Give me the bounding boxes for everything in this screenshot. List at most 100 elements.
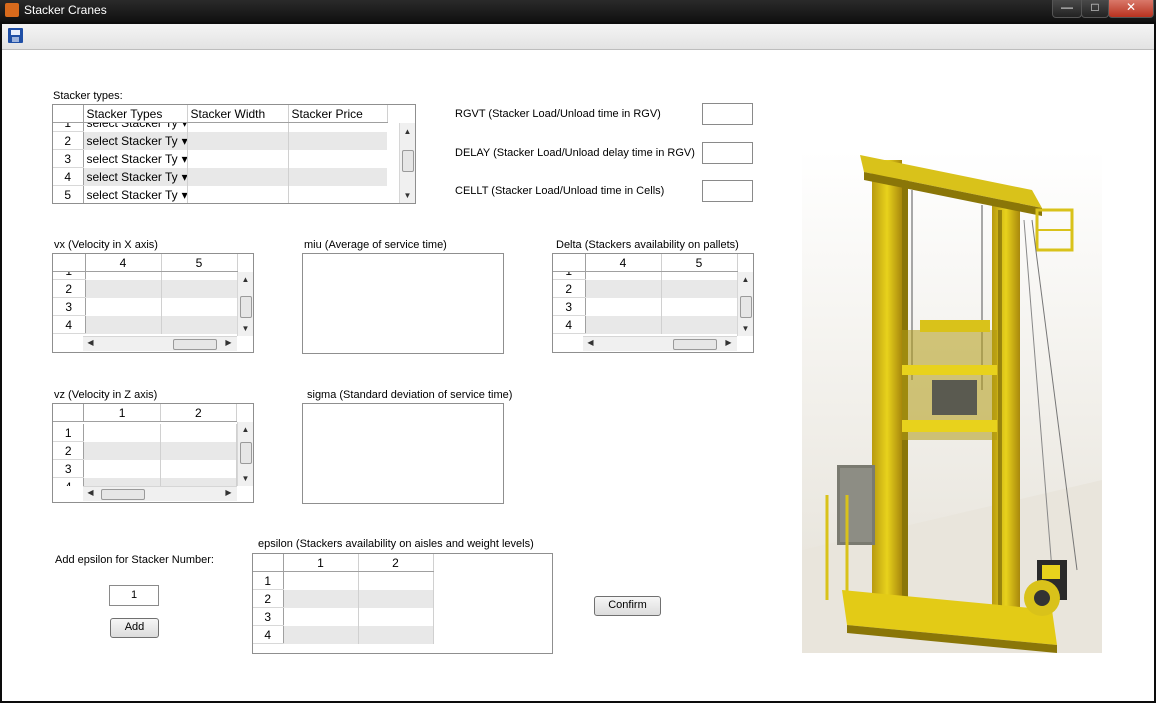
cellt-input[interactable]: [702, 180, 753, 202]
scroll-down-icon[interactable]: ▼: [238, 324, 253, 333]
stacker-types-label: Stacker types:: [53, 90, 123, 102]
scrollbar-thumb[interactable]: [673, 339, 717, 350]
scroll-up-icon[interactable]: ▲: [238, 275, 253, 284]
table-cell[interactable]: [358, 571, 434, 590]
vertical-scrollbar[interactable]: ▲ ▼: [737, 272, 753, 336]
table-cell[interactable]: [358, 589, 434, 608]
table-cell[interactable]: [83, 477, 161, 486]
stacker-type-dropdown[interactable]: select Stacker Ty: [83, 149, 188, 168]
miu-table[interactable]: [302, 253, 504, 354]
scroll-up-icon[interactable]: ▲: [400, 127, 415, 136]
maximize-button[interactable]: □: [1081, 0, 1109, 18]
table-cell[interactable]: [283, 589, 359, 608]
table-cell[interactable]: [661, 297, 737, 316]
table-cell[interactable]: [160, 459, 237, 478]
scroll-left-icon[interactable]: ◀: [83, 338, 98, 347]
vz-table[interactable]: 1 2 1 2 3 4 ▲ ▼ ◀ ▶: [52, 403, 254, 503]
epsilon-table[interactable]: 1 2 1 2 3 4: [252, 553, 553, 654]
table-cell[interactable]: [585, 279, 662, 298]
table-cell[interactable]: [283, 571, 359, 590]
horizontal-scrollbar[interactable]: ◀ ▶: [83, 336, 237, 351]
column-header: 4: [585, 254, 662, 272]
stacker-type-dropdown[interactable]: select Stacker Ty: [83, 131, 188, 150]
row-header: 1: [53, 123, 84, 132]
horizontal-scrollbar[interactable]: ◀ ▶: [583, 336, 737, 351]
table-cell[interactable]: [160, 424, 237, 442]
scroll-down-icon[interactable]: ▼: [400, 191, 415, 200]
rgvt-input[interactable]: [702, 103, 753, 125]
scroll-right-icon[interactable]: ▶: [721, 338, 736, 347]
table-cell[interactable]: [661, 279, 737, 298]
table-cell[interactable]: [161, 297, 237, 316]
scroll-down-icon[interactable]: ▼: [738, 324, 753, 333]
stacker-type-dropdown[interactable]: select Stacker Ty: [83, 123, 188, 132]
add-button[interactable]: Add: [110, 618, 159, 638]
table-cell[interactable]: [85, 272, 162, 280]
table-cell[interactable]: [83, 424, 161, 442]
add-epsilon-label: Add epsilon for Stacker Number:: [55, 554, 214, 566]
table-cell[interactable]: [187, 149, 289, 168]
table-cell[interactable]: [585, 272, 662, 280]
close-button[interactable]: ✕: [1108, 0, 1154, 18]
delta-table[interactable]: 4 5 1 2 3 4 ▲ ▼ ◀ ▶: [552, 253, 754, 353]
table-cell[interactable]: [85, 279, 162, 298]
table-cell[interactable]: [585, 315, 662, 334]
table-cell[interactable]: [83, 459, 161, 478]
row-header: 4: [253, 625, 284, 644]
table-cell[interactable]: [83, 441, 161, 460]
table-cell[interactable]: [661, 272, 737, 280]
stacker-crane-image: [802, 150, 1102, 653]
scroll-up-icon[interactable]: ▲: [238, 425, 253, 434]
table-cell[interactable]: [187, 131, 289, 150]
vertical-scrollbar[interactable]: ▲ ▼: [399, 123, 415, 203]
table-cell[interactable]: [187, 185, 289, 203]
table-cell[interactable]: [585, 297, 662, 316]
table-cell[interactable]: [283, 625, 359, 644]
scrollbar-thumb[interactable]: [101, 489, 145, 500]
table-cell[interactable]: [85, 297, 162, 316]
stacker-types-table[interactable]: Stacker Types Stacker Width Stacker Pric…: [52, 104, 416, 204]
sigma-table[interactable]: [302, 403, 504, 504]
vx-table[interactable]: 4 5 1 2 3 4 ▲ ▼ ◀ ▶: [52, 253, 254, 353]
table-cell[interactable]: [161, 315, 237, 334]
scrollbar-thumb[interactable]: [240, 442, 252, 464]
scrollbar-thumb[interactable]: [173, 339, 217, 350]
confirm-button[interactable]: Confirm: [594, 596, 661, 616]
scroll-up-icon[interactable]: ▲: [738, 275, 753, 284]
table-cell[interactable]: [288, 149, 387, 168]
scroll-left-icon[interactable]: ◀: [583, 338, 598, 347]
stacker-type-dropdown[interactable]: select Stacker Ty: [83, 167, 188, 186]
scroll-right-icon[interactable]: ▶: [221, 488, 236, 497]
horizontal-scrollbar[interactable]: ◀ ▶: [83, 486, 237, 501]
table-cell[interactable]: [160, 477, 237, 486]
table-cell[interactable]: [161, 279, 237, 298]
table-cell[interactable]: [661, 315, 737, 334]
table-cell[interactable]: [85, 315, 162, 334]
table-cell[interactable]: [288, 123, 387, 132]
stacker-type-dropdown[interactable]: select Stacker Ty: [83, 185, 188, 203]
table-cell[interactable]: [288, 131, 387, 150]
scrollbar-thumb[interactable]: [402, 150, 414, 172]
scroll-down-icon[interactable]: ▼: [238, 474, 253, 483]
table-cell[interactable]: [358, 625, 434, 644]
table-cell[interactable]: [288, 185, 387, 203]
vertical-scrollbar[interactable]: ▲ ▼: [237, 272, 253, 336]
column-header: 1: [83, 404, 161, 422]
table-cell[interactable]: [358, 607, 434, 626]
scroll-right-icon[interactable]: ▶: [221, 338, 236, 347]
table-cell[interactable]: [187, 167, 289, 186]
save-icon[interactable]: [8, 28, 23, 43]
minimize-button[interactable]: —: [1052, 0, 1082, 18]
table-cell[interactable]: [187, 123, 289, 132]
table-cell[interactable]: [161, 272, 237, 280]
scrollbar-thumb[interactable]: [240, 296, 252, 318]
delay-input[interactable]: [702, 142, 753, 164]
table-cell[interactable]: [283, 607, 359, 626]
scrollbar-thumb[interactable]: [740, 296, 752, 318]
stacker-number-input[interactable]: 1: [109, 585, 159, 606]
rgvt-label: RGVT (Stacker Load/Unload time in RGV): [455, 108, 661, 120]
vertical-scrollbar[interactable]: ▲ ▼: [237, 422, 253, 486]
scroll-left-icon[interactable]: ◀: [83, 488, 98, 497]
table-cell[interactable]: [160, 441, 237, 460]
table-cell[interactable]: [288, 167, 387, 186]
